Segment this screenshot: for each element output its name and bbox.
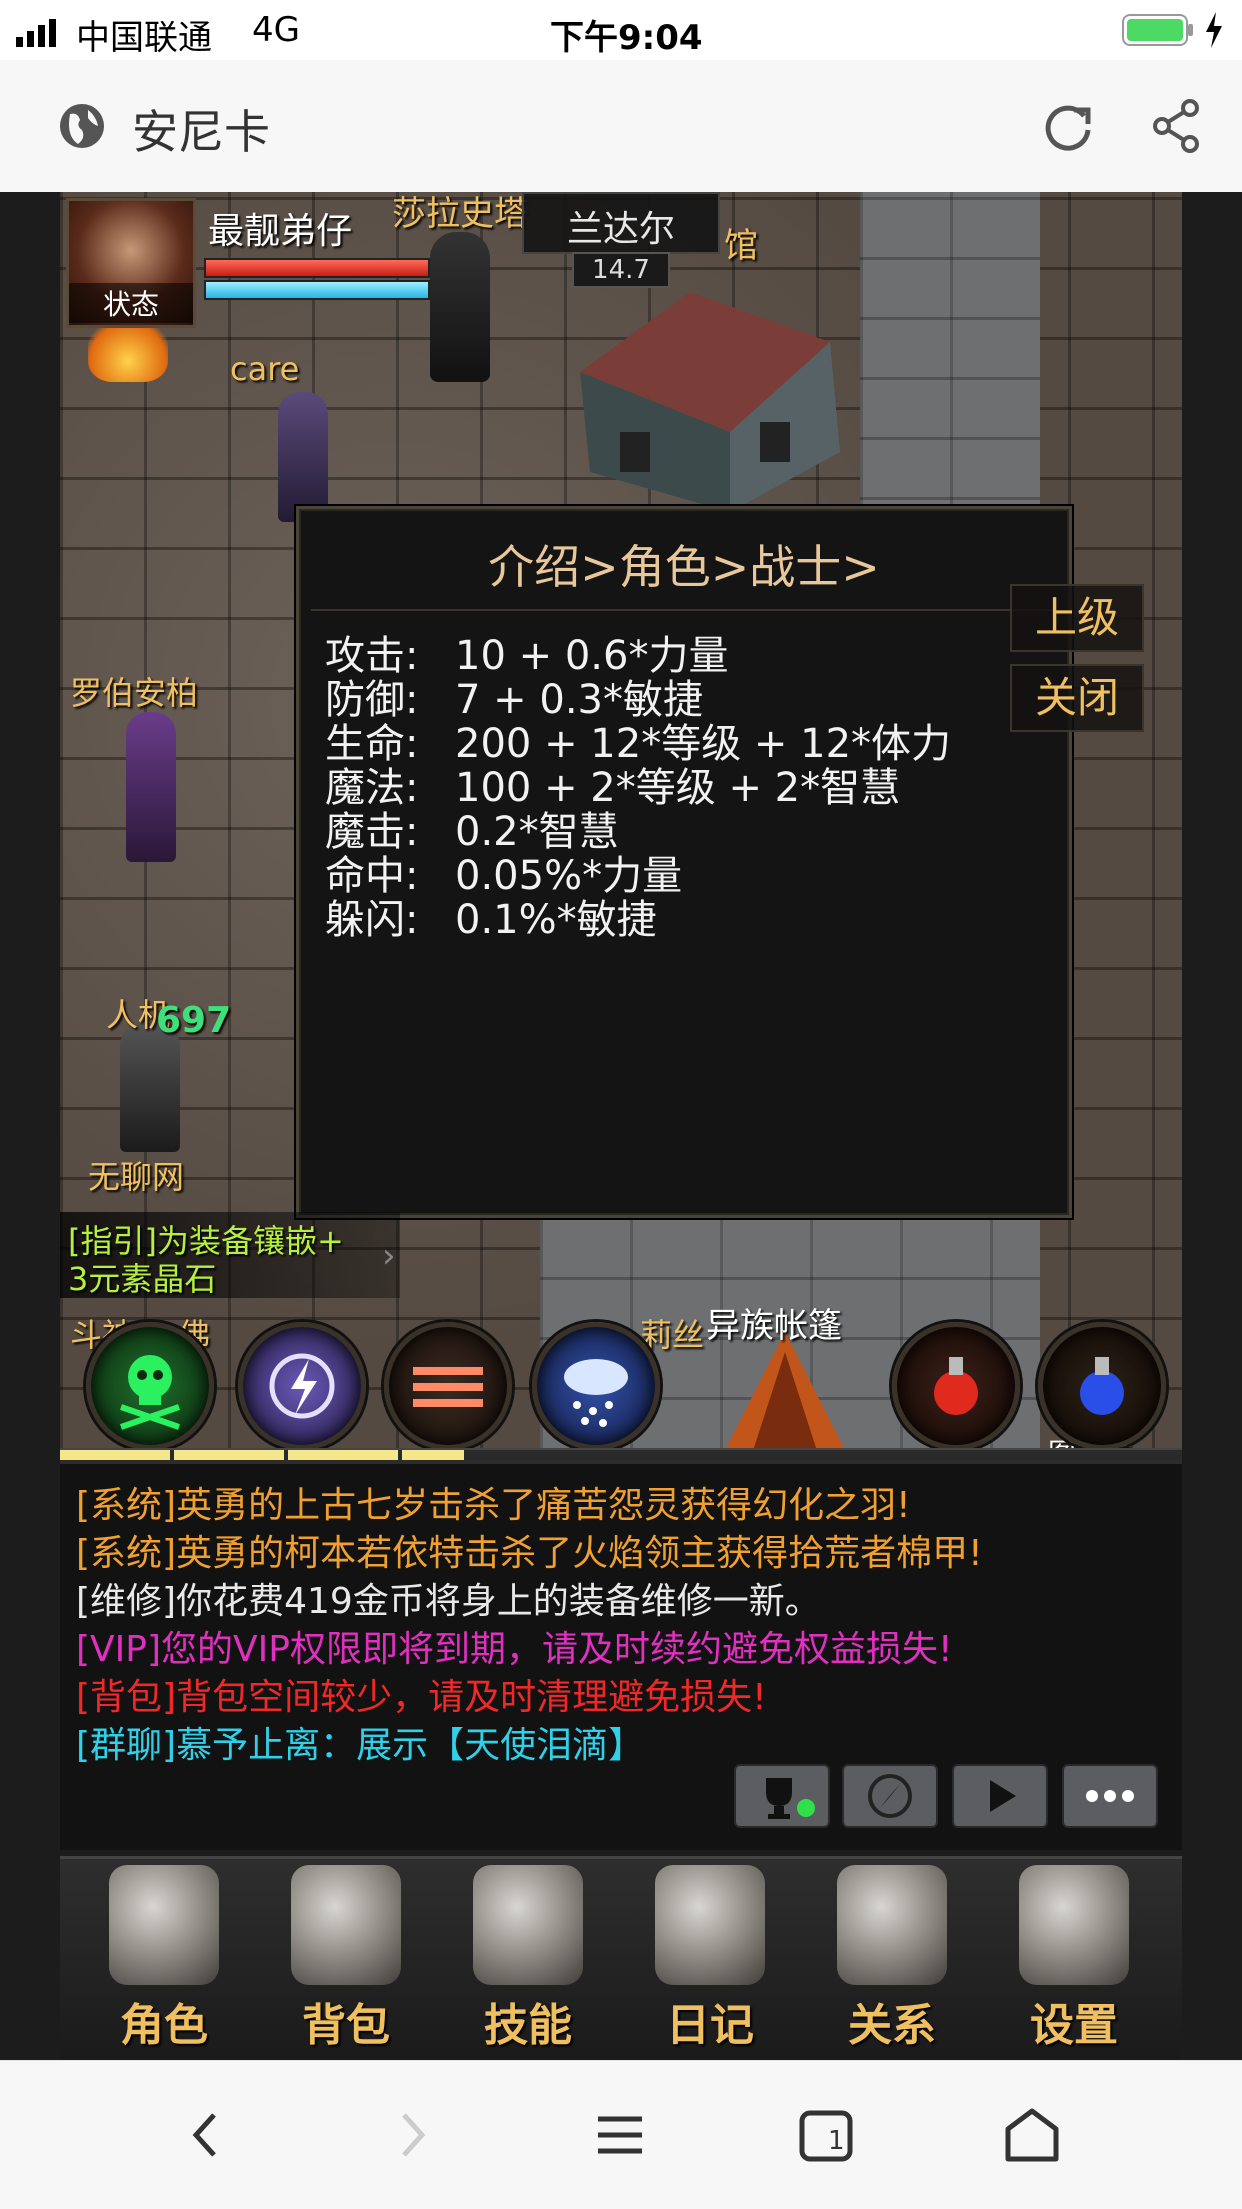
menu-item-settings[interactable]: 设置 xyxy=(994,1865,1154,2060)
scroll-icon xyxy=(655,1865,765,1985)
home-icon[interactable] xyxy=(972,2061,1092,2209)
npc-character[interactable] xyxy=(120,1022,180,1152)
browser-nav-bar: 1 xyxy=(0,2060,1242,2209)
stat-label: 躲闪: xyxy=(325,897,419,943)
helmet-icon xyxy=(109,1865,219,1985)
menu-label: 日记 xyxy=(666,2000,754,2051)
menu-label: 设置 xyxy=(1030,2000,1118,2051)
clock: 下午9:04 xyxy=(550,18,703,58)
map-name: 兰达尔 xyxy=(566,209,675,250)
share-icon[interactable] xyxy=(1150,98,1206,154)
network-type: 4G xyxy=(252,10,300,50)
poison-skull-icon[interactable] xyxy=(86,1322,214,1450)
dialog-stat-list: 攻击: 10 + 0.6*力量 防御: 7 + 0.3*敏捷 生命: 200 + 12*等… xyxy=(325,623,1055,943)
stat-row: 防御: 7 + 0.3*敏捷 xyxy=(325,667,1055,723)
game-menu-bar: 角色 背包 技能 日记 关系 设置 xyxy=(60,1856,1182,2060)
guide-line: 3元素晶石 xyxy=(68,1260,217,1298)
game-map[interactable]: 莎拉史塔 馆 care 罗伯安柏 人机 697 无聊网 斗神 佛 异族帐篷 莉丝… xyxy=(60,192,1182,1470)
chat-message: [维修]你花费419金币将身上的装备维修一新。 xyxy=(76,1581,821,1622)
menu-item-character[interactable]: 角色 xyxy=(84,1865,244,2060)
tent-building[interactable] xyxy=(720,1332,850,1460)
signal-icon xyxy=(16,16,62,47)
npc-label: 莎拉史塔 xyxy=(392,194,528,234)
house-building xyxy=(560,282,850,512)
npc-label: 罗伯安柏 xyxy=(70,674,199,712)
mp-fill xyxy=(206,282,428,298)
npc-character[interactable] xyxy=(430,232,490,382)
chat-bubble-icon[interactable] xyxy=(1062,1764,1158,1828)
map-name-panel: 兰达尔 xyxy=(522,192,720,254)
status-bar: 中国联通 4G 下午9:04 xyxy=(0,0,1242,60)
menu-item-relations[interactable]: 关系 xyxy=(812,1865,972,2060)
guide-banner[interactable]: [指引]为装备镶嵌+ 3元素晶石 › xyxy=(60,1212,400,1298)
close-button[interactable]: 关闭 xyxy=(1010,664,1144,732)
menu-label: 关系 xyxy=(848,2000,936,2051)
mp-bar xyxy=(204,280,430,300)
tent-label: 异族帐篷 xyxy=(706,1306,842,1346)
menu-label: 角色 xyxy=(120,2000,208,2051)
compass-icon[interactable] xyxy=(842,1764,938,1828)
chevron-right-icon[interactable]: › xyxy=(382,1236,396,1276)
blue-potion-icon[interactable] xyxy=(1038,1322,1166,1450)
triple-slash-icon[interactable] xyxy=(384,1322,512,1450)
chat-message: [群聊]慕予止离：展示【天使泪滴】 xyxy=(76,1725,645,1766)
page-title: 安尼卡 xyxy=(132,105,270,159)
back-icon[interactable] xyxy=(146,2061,266,2209)
gear-icon xyxy=(1019,1865,1129,1985)
menu-item-diary[interactable]: 日记 xyxy=(630,1865,790,2060)
menu-item-bag[interactable]: 背包 xyxy=(266,1865,426,2060)
globe-icon xyxy=(56,100,108,152)
player-character[interactable] xyxy=(278,392,328,522)
dialog-divider xyxy=(311,609,1057,611)
trophy-icon[interactable] xyxy=(734,1764,830,1828)
charging-icon xyxy=(1204,12,1224,48)
menu-label: 技能 xyxy=(484,2000,572,2051)
stat-row: 攻击: 10 + 0.6*力量 xyxy=(325,623,1055,679)
chat-message: [系统]英勇的上古七岁击杀了痛苦怨灵获得幻化之羽! xyxy=(76,1485,911,1526)
svg-text:1: 1 xyxy=(828,2126,845,2156)
carrier-name: 中国联通 xyxy=(76,18,212,58)
menu-item-skills[interactable]: 技能 xyxy=(448,1865,608,2060)
info-dialog: 介绍>角色>战士> 攻击: 10 + 0.6*力量 防御: 7 + 0.3*敏捷 生命:… xyxy=(296,506,1072,1218)
player-label: care xyxy=(230,350,300,388)
hp-fill xyxy=(206,260,428,276)
storm-cloud-icon[interactable] xyxy=(532,1322,660,1450)
status-label: 状态 xyxy=(69,283,193,323)
game-canvas[interactable]: 莎拉史塔 馆 care 罗伯安柏 人机 697 无聊网 斗神 佛 异族帐篷 莉丝… xyxy=(0,192,1242,2060)
player-name: 最靓弟仔 xyxy=(208,211,353,252)
dialog-title: 介绍>角色>战士> xyxy=(488,540,880,594)
battery-icon xyxy=(1122,14,1194,46)
tabs-icon[interactable]: 1 xyxy=(766,2061,886,2209)
stat-value: 0.1%*敏捷 xyxy=(455,897,657,943)
play-icon[interactable] xyxy=(952,1764,1048,1828)
npc-label: 无聊网 xyxy=(88,1158,185,1196)
hp-bar xyxy=(204,258,430,278)
damage-number: 697 xyxy=(156,1000,232,1041)
up-level-button[interactable]: 上级 xyxy=(1010,584,1144,652)
stat-row: 躲闪: 0.1%*敏捷 xyxy=(325,887,1055,943)
chat-message: [VIP]您的VIP权限即将到期，请及时续约避免权益损失! xyxy=(76,1629,953,1670)
reload-icon[interactable] xyxy=(1040,98,1096,154)
red-potion-icon[interactable] xyxy=(892,1322,1020,1450)
npc-character[interactable] xyxy=(126,712,176,862)
chat-message: [背包]背包空间较少，请及时清理避免损失! xyxy=(76,1677,767,1718)
backpack-icon xyxy=(291,1865,401,1985)
forward-icon[interactable] xyxy=(352,2061,472,2209)
skillbook-icon xyxy=(473,1865,583,1985)
avatar[interactable]: 状态 xyxy=(66,198,196,328)
stat-row: 生命: 200 + 12*等级 + 12*体力 xyxy=(325,711,1055,767)
chat-panel[interactable]: [系统]英勇的上古七岁击杀了痛苦怨灵获得幻化之羽! [系统]英勇的柯本若依特击杀了… xyxy=(60,1460,1182,1850)
lightning-icon[interactable] xyxy=(238,1322,366,1450)
chat-message: [系统]英勇的柯本若依特击杀了火焰领主获得拾荒者棉甲! xyxy=(76,1533,983,1574)
browser-header: 安尼卡 xyxy=(0,60,1242,193)
menu-label: 背包 xyxy=(302,2000,390,2051)
stat-row: 命中: 0.05%*力量 xyxy=(325,843,1055,899)
building-label: 馆 xyxy=(724,226,758,266)
handshake-icon xyxy=(837,1865,947,1985)
menu-icon[interactable] xyxy=(560,2061,680,2209)
map-coord: 14.7 xyxy=(592,255,650,285)
map-coord-panel: 14.7 xyxy=(572,252,670,288)
